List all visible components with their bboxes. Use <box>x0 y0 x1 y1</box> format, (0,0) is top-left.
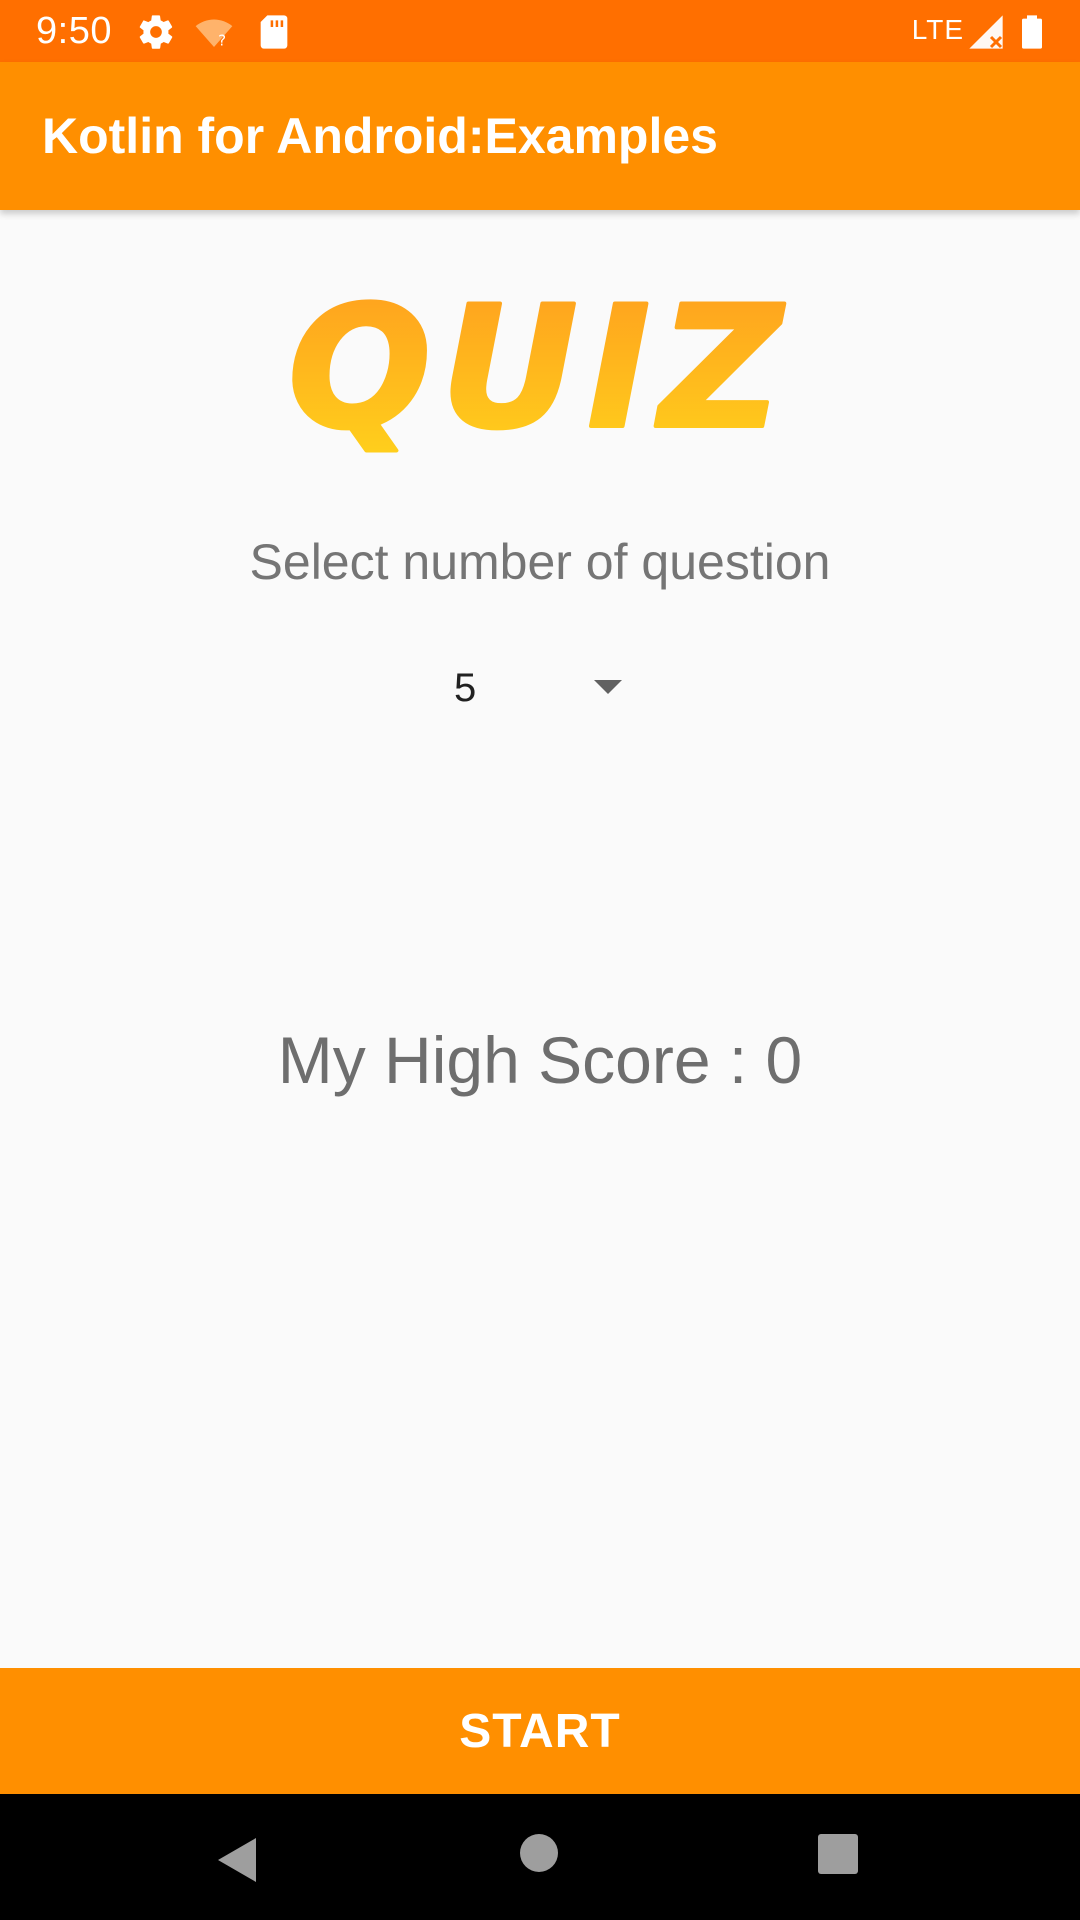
battery-icon <box>1012 12 1052 52</box>
select-question-label: Select number of question <box>249 534 831 590</box>
high-score-text: My High Score : 0 <box>277 1023 803 1097</box>
navigation-bar <box>0 1794 1080 1920</box>
sd-card-icon <box>254 12 294 52</box>
spinner-selected-value: 5 <box>454 666 477 710</box>
quiz-logo: QUIZ <box>270 268 810 468</box>
app-bar: Kotlin for Android:Examples <box>0 62 1080 210</box>
status-bar: 9:50 ? LTE <box>0 0 1080 62</box>
settings-icon <box>136 12 176 52</box>
back-icon[interactable] <box>218 1838 256 1882</box>
network-type: LTE <box>911 14 964 45</box>
recents-icon[interactable] <box>818 1834 858 1874</box>
status-time: 9:50 <box>36 10 112 52</box>
start-button[interactable]: START <box>0 1668 1080 1794</box>
dropdown-arrow-icon <box>594 680 622 694</box>
wifi-unknown-icon: ? <box>194 12 234 52</box>
home-icon[interactable] <box>520 1834 558 1872</box>
app-title: Kotlin for Android:Examples <box>42 108 718 164</box>
svg-text:?: ? <box>218 31 226 49</box>
quiz-logo-text: QUIZ <box>288 280 792 460</box>
question-count-spinner[interactable]: 5 <box>440 658 640 718</box>
signal-icon <box>966 12 1006 52</box>
